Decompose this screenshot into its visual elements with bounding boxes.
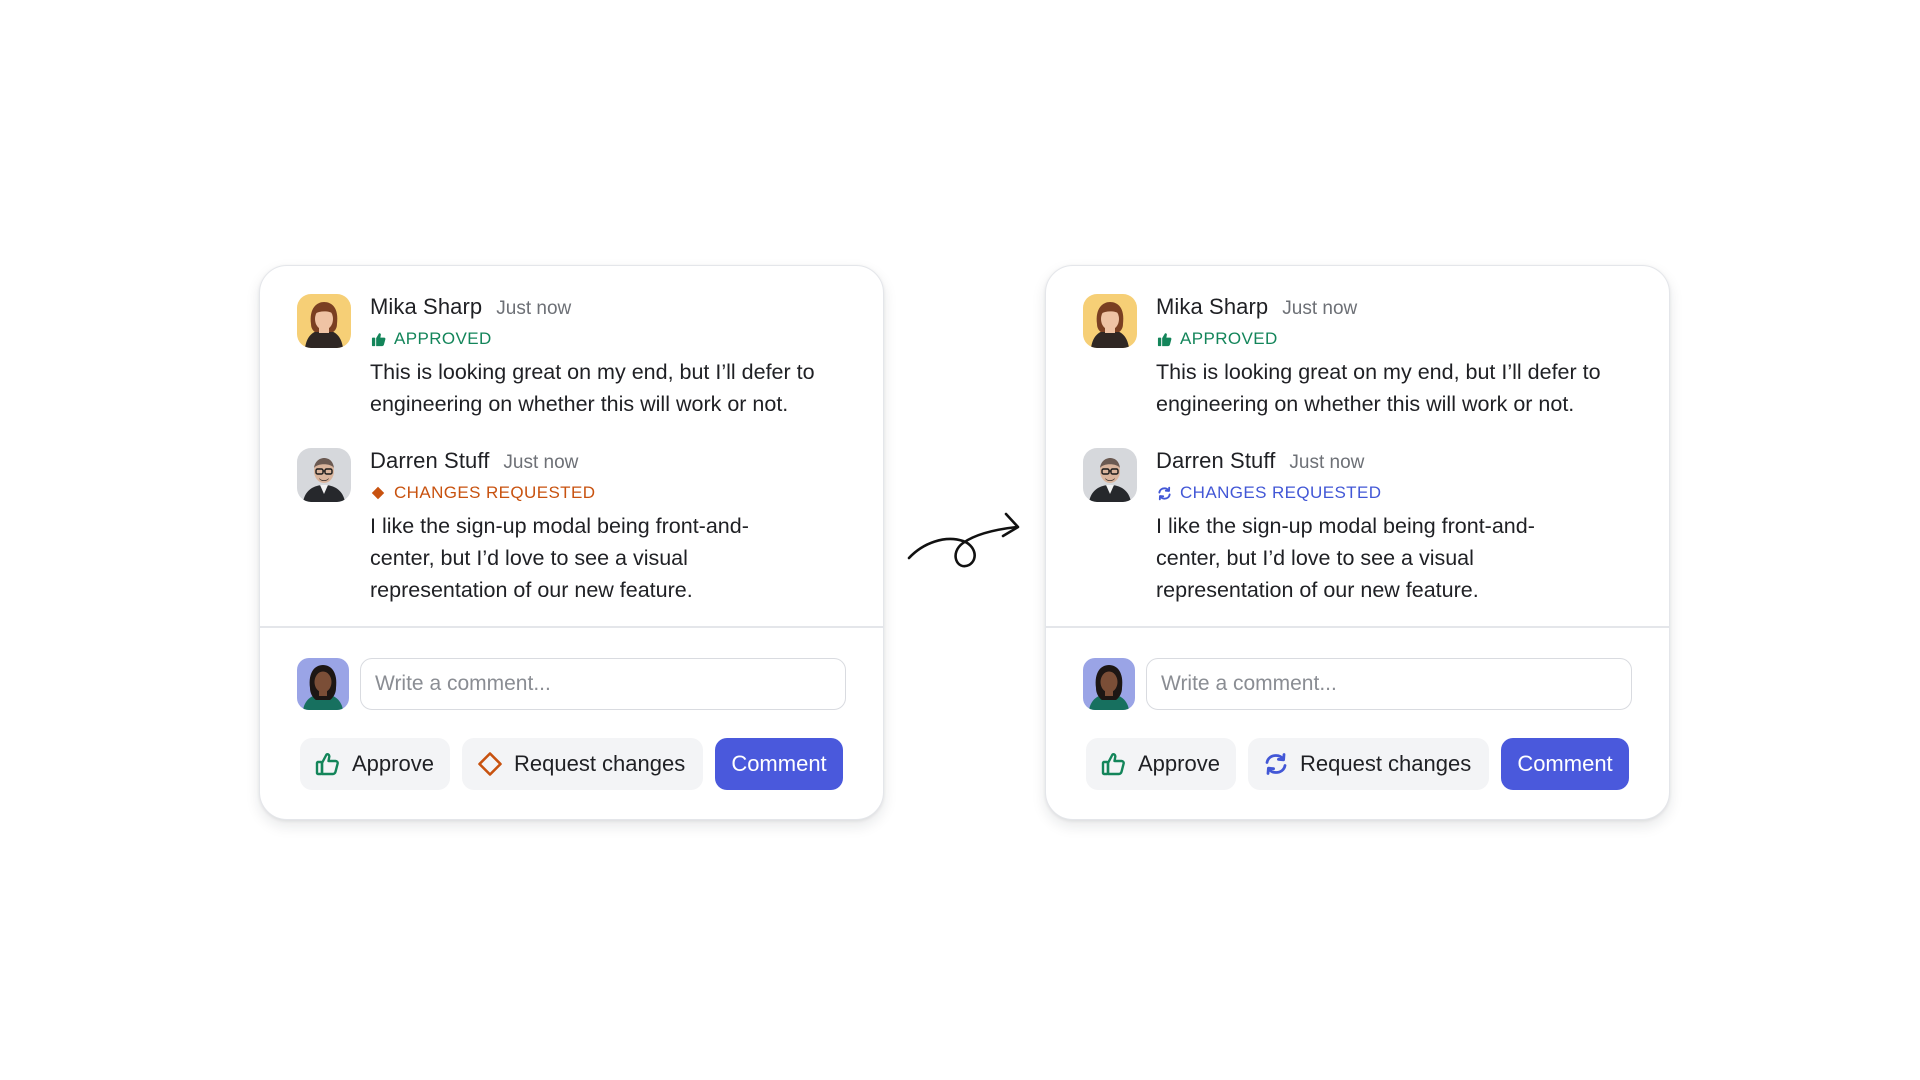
approve-label: Approve (352, 751, 434, 776)
avatar-darren (297, 448, 351, 502)
approve-label: Approve (1138, 751, 1220, 776)
diamond-outline-icon (476, 750, 504, 778)
review-actions: Approve Request changes Comment (1086, 738, 1632, 790)
request-changes-button[interactable]: Request changes (462, 738, 703, 790)
approve-button[interactable]: Approve (1086, 738, 1236, 790)
diamond-icon (370, 485, 386, 501)
thumbs-up-icon (370, 331, 386, 347)
comment-text-line: center, but I’d love to see a visual (370, 546, 688, 570)
comment-author: Mika Sharp (370, 294, 483, 319)
review-actions: Approve Request changes Comment (300, 738, 846, 790)
comment-text: This is looking great on my end, but I’l… (1156, 356, 1639, 420)
avatar-mika (297, 294, 351, 348)
comment-text: I like the sign-up modal being front-and… (370, 510, 853, 606)
review-card-before: Mika Sharp Just now APPROVED This is loo… (259, 265, 884, 820)
comment-button[interactable]: Comment (1501, 738, 1629, 790)
comparison-stage: Mika Sharp Just now APPROVED This is loo… (0, 0, 1920, 1080)
comment-text: This is looking great on my end, but I’l… (370, 356, 853, 420)
comment-text-line: I like the sign-up modal being front-and… (370, 514, 749, 538)
avatar-current-user (297, 658, 349, 710)
request-changes-button[interactable]: Request changes (1248, 738, 1489, 790)
thumbs-up-icon (1156, 331, 1172, 347)
refresh-arrows-icon (1262, 750, 1290, 778)
comment-text-line: This is looking great on my end, but I’l… (370, 360, 815, 384)
comment-composer (1083, 658, 1632, 712)
comment-timestamp: Just now (503, 452, 579, 473)
comment-input[interactable] (1146, 658, 1632, 710)
status-label: APPROVED (1180, 329, 1278, 348)
status-badge-approved: APPROVED (1156, 326, 1639, 352)
comment-text-line: representation of our new feature. (1156, 578, 1479, 602)
comment-author: Darren Stuff (370, 448, 490, 473)
comment-author: Mika Sharp (1156, 294, 1269, 319)
avatar-current-user (1083, 658, 1135, 710)
comment-text-line: representation of our new feature. (370, 578, 693, 602)
status-badge-changes-requested: CHANGES REQUESTED (370, 480, 853, 506)
comment-text-line: engineering on whether this will work or… (370, 392, 789, 416)
comment-text: I like the sign-up modal being front-and… (1156, 510, 1639, 606)
divider (1046, 626, 1669, 628)
status-badge-changes-requested: CHANGES REQUESTED (1156, 480, 1639, 506)
transition-arrow-icon (905, 505, 1025, 580)
status-label: CHANGES REQUESTED (394, 483, 596, 502)
status-label: CHANGES REQUESTED (1180, 483, 1382, 502)
comment-text-line: center, but I’d love to see a visual (1156, 546, 1474, 570)
comment-timestamp: Just now (496, 298, 572, 319)
request-changes-label: Request changes (514, 751, 686, 776)
review-card-after: Mika Sharp Just now APPROVED This is loo… (1045, 265, 1670, 820)
comment-input[interactable] (360, 658, 846, 710)
refresh-arrows-icon (1156, 485, 1172, 501)
approve-button[interactable]: Approve (300, 738, 450, 790)
avatar-mika (1083, 294, 1137, 348)
request-changes-label: Request changes (1300, 751, 1472, 776)
comment-author: Darren Stuff (1156, 448, 1276, 473)
thumbs-up-outline-icon (1100, 750, 1128, 778)
divider (260, 626, 883, 628)
comment-button[interactable]: Comment (715, 738, 843, 790)
comment-text-line: I like the sign-up modal being front-and… (1156, 514, 1535, 538)
comment-text-line: engineering on whether this will work or… (1156, 392, 1575, 416)
avatar-darren (1083, 448, 1137, 502)
comment-text-line: This is looking great on my end, but I’l… (1156, 360, 1601, 384)
comment-timestamp: Just now (1289, 452, 1365, 473)
comment-timestamp: Just now (1282, 298, 1358, 319)
status-badge-approved: APPROVED (370, 326, 853, 352)
comment-composer (297, 658, 846, 712)
thumbs-up-outline-icon (314, 750, 342, 778)
status-label: APPROVED (394, 329, 492, 348)
